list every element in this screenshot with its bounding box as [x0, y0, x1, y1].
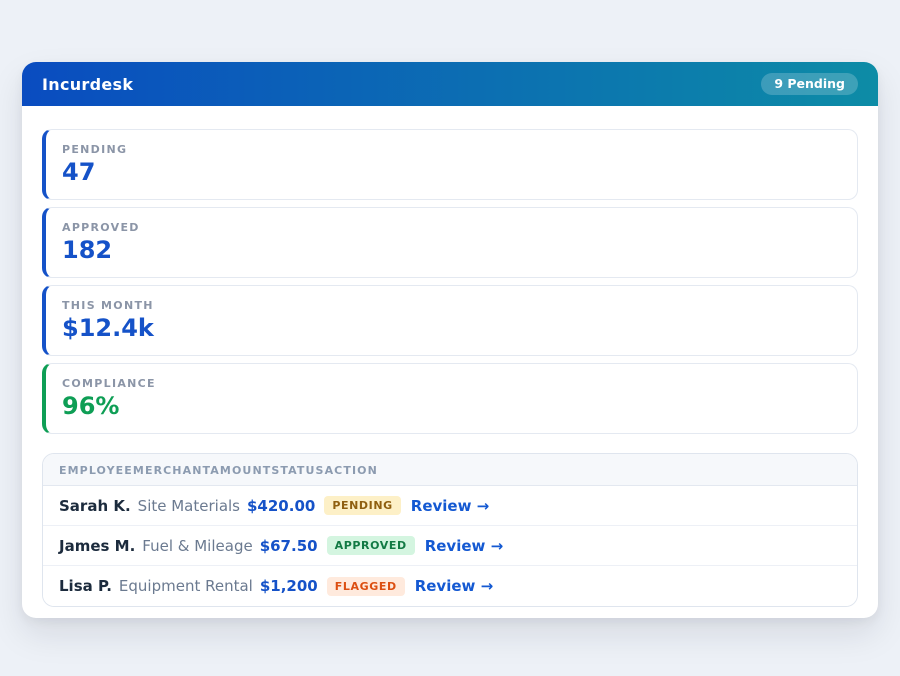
- status-badge: PENDING: [324, 496, 400, 515]
- employee-name: Lisa P.: [59, 577, 112, 595]
- expenses-table: EMPLOYEEMERCHANTAMOUNTSTATUSACTION Sarah…: [42, 453, 858, 607]
- employee-name: Sarah K.: [59, 497, 131, 515]
- expense-amount: $67.50: [260, 537, 318, 555]
- table-column-header: MERCHANT: [133, 464, 210, 477]
- expense-amount: $1,200: [260, 577, 318, 595]
- stat-value: 182: [62, 237, 841, 263]
- table-column-header: ACTION: [325, 464, 378, 477]
- table-row: James M. Fuel & Mileage $67.50 APPROVED …: [43, 526, 857, 566]
- stat-card: COMPLIANCE 96%: [42, 363, 858, 434]
- stat-card: PENDING 47: [42, 129, 858, 200]
- app-title: Incurdesk: [42, 75, 133, 94]
- stat-value: 96%: [62, 393, 841, 419]
- table-column-header: AMOUNT: [210, 464, 271, 477]
- merchant-name: Equipment Rental: [119, 577, 253, 595]
- table-header-row: EMPLOYEEMERCHANTAMOUNTSTATUSACTION: [43, 454, 857, 486]
- main-content: PENDING 47 APPROVED 182 THIS MONTH $12.4…: [22, 106, 878, 618]
- stat-card: THIS MONTH $12.4k: [42, 285, 858, 356]
- table-body: Sarah K. Site Materials $420.00 PENDING …: [43, 486, 857, 606]
- stat-label: APPROVED: [62, 221, 841, 234]
- stat-value: 47: [62, 159, 841, 185]
- table-column-header: EMPLOYEE: [59, 464, 133, 477]
- app-window: Incurdesk 9 Pending PENDING 47 APPROVED …: [22, 62, 878, 618]
- stat-value: $12.4k: [62, 315, 841, 341]
- merchant-name: Site Materials: [138, 497, 240, 515]
- pending-count-badge: 9 Pending: [761, 73, 858, 96]
- app-header: Incurdesk 9 Pending: [22, 62, 878, 106]
- stat-card: APPROVED 182: [42, 207, 858, 278]
- review-link[interactable]: Review →: [425, 537, 503, 555]
- review-link[interactable]: Review →: [415, 577, 493, 595]
- status-badge: FLAGGED: [327, 577, 405, 596]
- stat-label: PENDING: [62, 143, 841, 156]
- status-badge: APPROVED: [327, 536, 415, 555]
- stat-label: COMPLIANCE: [62, 377, 841, 390]
- stats-list: PENDING 47 APPROVED 182 THIS MONTH $12.4…: [42, 129, 858, 434]
- table-row: Lisa P. Equipment Rental $1,200 FLAGGED …: [43, 566, 857, 606]
- employee-name: James M.: [59, 537, 135, 555]
- expense-amount: $420.00: [247, 497, 315, 515]
- table-column-header: STATUS: [271, 464, 324, 477]
- review-link[interactable]: Review →: [411, 497, 489, 515]
- merchant-name: Fuel & Mileage: [142, 537, 252, 555]
- stat-label: THIS MONTH: [62, 299, 841, 312]
- table-row: Sarah K. Site Materials $420.00 PENDING …: [43, 486, 857, 526]
